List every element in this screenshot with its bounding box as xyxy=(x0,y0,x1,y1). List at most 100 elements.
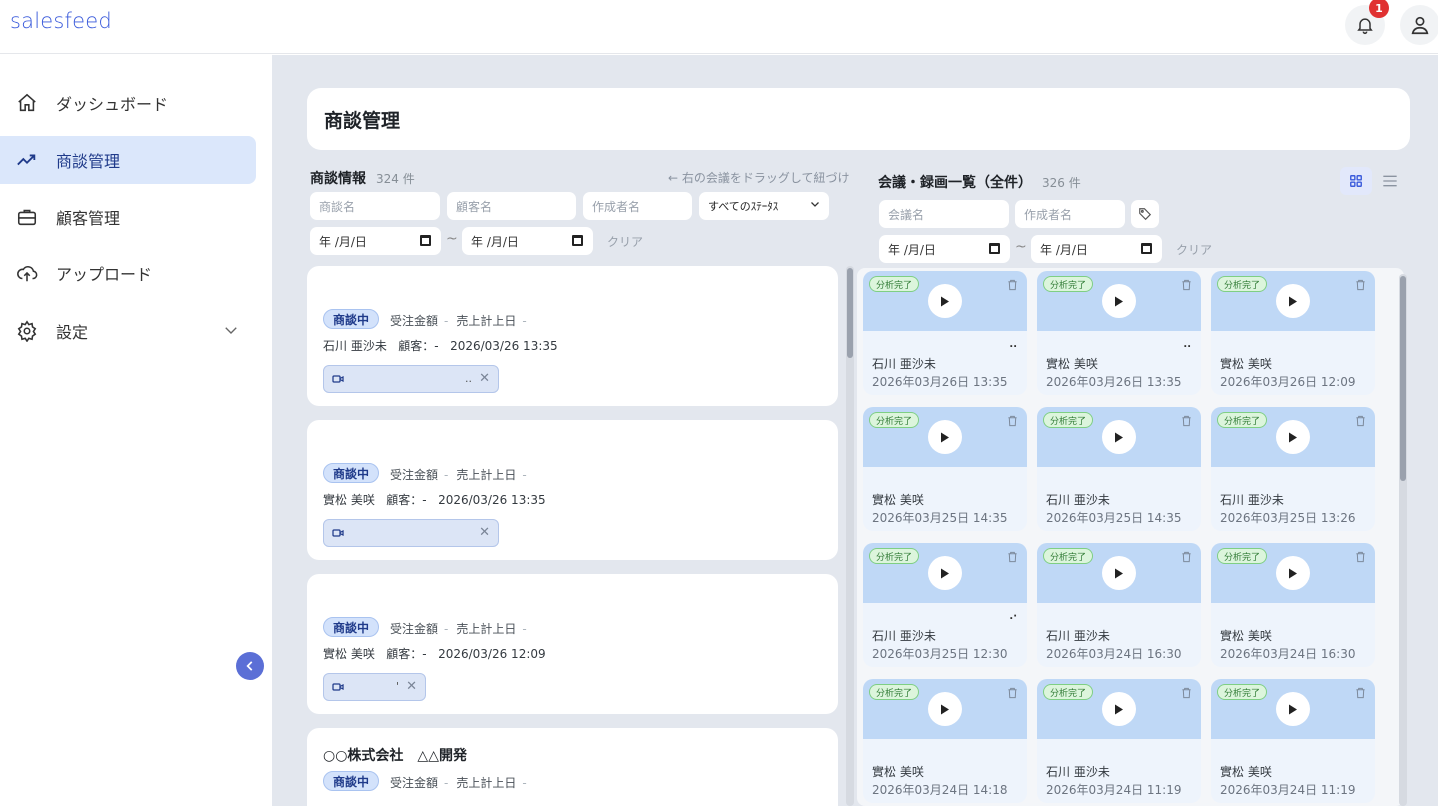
trash-icon[interactable] xyxy=(1355,279,1366,295)
sidebar-item-dashboard[interactable]: ダッシュボード xyxy=(0,79,256,127)
list-view-button[interactable] xyxy=(1378,167,1402,195)
meeting-card[interactable]: 分析完了 石川 亜沙未 2026年03月24日 16:30 xyxy=(1037,543,1201,667)
meeting-owner: 實松 美咲 xyxy=(1046,357,1098,371)
meeting-card[interactable]: 分析完了 .. 石川 亜沙未 2026年03月26日 13:35 xyxy=(863,271,1027,395)
user-menu-button[interactable] xyxy=(1400,5,1438,45)
deal-details: 石川 亜沙未 顧客：- 2026/03/26 13:35 xyxy=(323,337,558,354)
meeting-date: 2026年03月24日 11:19 xyxy=(1220,783,1356,797)
trash-icon[interactable] xyxy=(1007,279,1018,295)
trash-icon[interactable] xyxy=(1007,551,1018,567)
play-button[interactable] xyxy=(928,284,962,318)
play-button[interactable] xyxy=(1102,556,1136,590)
meeting-card[interactable]: 分析完了 實松 美咲 2026年03月26日 12:09 xyxy=(1211,271,1375,395)
trash-icon[interactable] xyxy=(1007,687,1018,703)
sidebar-item-customers[interactable]: 顧客管理 xyxy=(0,193,256,241)
deal-name-input[interactable]: 商談名 xyxy=(310,192,440,220)
meeting-card[interactable]: 分析完了 石川 亜沙未 2026年03月25日 14:35 xyxy=(1037,407,1201,531)
remove-link-icon[interactable]: ✕ xyxy=(479,525,490,540)
play-button[interactable] xyxy=(928,556,962,590)
meeting-name-input[interactable]: 会議名 xyxy=(879,200,1009,228)
play-button[interactable] xyxy=(1276,420,1310,454)
deals-scrollbar-thumb[interactable] xyxy=(847,268,853,358)
grid-view-button[interactable] xyxy=(1340,167,1372,195)
calendar-icon xyxy=(989,243,1000,254)
notification-badge: 1 xyxy=(1369,0,1389,18)
meeting-card[interactable]: 分析完了 實松 美咲 2026年03月24日 16:30 xyxy=(1211,543,1375,667)
meeting-date-from[interactable]: 年 /月/日 xyxy=(879,235,1010,263)
play-button[interactable] xyxy=(1276,692,1310,726)
meeting-thumbnail: 分析完了 xyxy=(1211,407,1375,467)
meeting-clear-button[interactable]: クリア xyxy=(1176,241,1212,258)
customer-name-input[interactable]: 顧客名 xyxy=(447,192,576,220)
deal-meta: 受注金額 - 売上計上日 - xyxy=(390,774,535,791)
trash-icon[interactable] xyxy=(1007,415,1018,431)
linked-meeting-chip[interactable]: ' ✕ xyxy=(323,673,426,701)
remove-link-icon[interactable]: ✕ xyxy=(479,371,490,386)
trash-icon[interactable] xyxy=(1181,279,1192,295)
play-button[interactable] xyxy=(1102,420,1136,454)
analysis-done-badge: 分析完了 xyxy=(1217,412,1268,428)
meeting-card[interactable]: 分析完了 實松 美咲 2026年03月25日 14:35 xyxy=(863,407,1027,531)
sidebar-item-upload[interactable]: アップロード xyxy=(0,249,256,297)
play-button[interactable] xyxy=(1102,692,1136,726)
meeting-card[interactable]: 分析完了 石川 亜沙未 2026年03月24日 11:19 xyxy=(1037,679,1201,803)
app-logo[interactable]: salesfeed xyxy=(10,9,112,33)
collapse-sidebar-button[interactable] xyxy=(236,652,264,680)
trash-icon[interactable] xyxy=(1181,687,1192,703)
meeting-card[interactable]: 分析完了 實松 美咲 2026年03月24日 14:18 xyxy=(863,679,1027,803)
play-button[interactable] xyxy=(1276,556,1310,590)
meeting-owner: 實松 美咲 xyxy=(1220,765,1272,779)
deal-date-to[interactable]: 年 /月/日 xyxy=(462,227,593,255)
meeting-thumbnail: 分析完了 xyxy=(863,271,1027,331)
meeting-card[interactable]: 分析完了 石川 亜沙未 2026年03月25日 13:26 xyxy=(1211,407,1375,531)
meetings-scrollbar-thumb[interactable] xyxy=(1400,276,1406,481)
trash-icon[interactable] xyxy=(1355,551,1366,567)
meeting-owner: 石川 亜沙未 xyxy=(872,629,936,643)
sidebar-item-settings[interactable]: 設定 xyxy=(0,307,256,355)
linked-meeting-chip[interactable]: .. ✕ xyxy=(323,365,499,393)
meeting-card[interactable]: 分析完了 .. 實松 美咲 2026年03月26日 13:35 xyxy=(1037,271,1201,395)
trash-icon[interactable] xyxy=(1181,551,1192,567)
sidebar-item-label: アップロード xyxy=(56,265,153,284)
deal-card[interactable]: 商談中 受注金額 - 売上計上日 - 石川 亜沙未 顧客：- 2026/03/26 1… xyxy=(307,266,838,406)
meeting-thumbnail: 分析完了 xyxy=(1211,679,1375,739)
customer-value: 顧客：- xyxy=(398,339,439,353)
meeting-date-to[interactable]: 年 /月/日 xyxy=(1031,235,1162,263)
trash-icon[interactable] xyxy=(1181,415,1192,431)
deals-title: 商談情報 xyxy=(310,171,366,187)
status-select[interactable]: すべてのｽﾃｰﾀｽ xyxy=(699,192,829,220)
sidebar-item-label: 設定 xyxy=(56,323,89,342)
tag-filter-button[interactable] xyxy=(1131,200,1159,228)
analysis-done-badge: 分析完了 xyxy=(1217,548,1268,564)
deal-datetime: 2026/03/26 13:35 xyxy=(450,339,558,353)
deal-card[interactable]: 商談中 受注金額 - 売上計上日 - 實松 美咲 顧客：- 2026/03/26 13… xyxy=(307,420,838,560)
deals-section-title: 商談情報 324 件 xyxy=(310,168,415,188)
chevron-left-icon xyxy=(246,661,253,671)
creator-name-input[interactable]: 作成者名 xyxy=(583,192,692,220)
analysis-done-badge: 分析完了 xyxy=(1043,548,1094,564)
sidebar-item-deals[interactable]: 商談管理 xyxy=(0,136,256,184)
deal-clear-button[interactable]: クリア xyxy=(607,233,643,250)
deal-card[interactable]: ○○株式会社 △△開発 商談中 受注金額 - 売上計上日 - xyxy=(307,728,838,806)
trash-icon[interactable] xyxy=(1355,687,1366,703)
deal-card[interactable]: 商談中 受注金額 - 売上計上日 - 實松 美咲 顧客：- 2026/03/26 12… xyxy=(307,574,838,714)
sidebar-item-label: 顧客管理 xyxy=(56,209,121,228)
play-icon xyxy=(1289,568,1297,578)
play-button[interactable] xyxy=(928,420,962,454)
play-button[interactable] xyxy=(928,692,962,726)
deal-date-from[interactable]: 年 /月/日 xyxy=(310,227,441,255)
meeting-card[interactable]: 分析完了 實松 美咲 2026年03月24日 11:19 xyxy=(1211,679,1375,803)
meeting-title-fragment: .· xyxy=(1009,611,1017,622)
video-icon xyxy=(332,529,344,537)
briefcase-icon xyxy=(16,206,38,228)
linked-meeting-chip[interactable]: ✕ xyxy=(323,519,499,547)
meeting-date: 2026年03月26日 13:35 xyxy=(1046,375,1182,389)
date-range-separator: ~ xyxy=(446,231,458,247)
meeting-date: 2026年03月26日 12:09 xyxy=(1220,375,1356,389)
play-button[interactable] xyxy=(1102,284,1136,318)
meeting-creator-input[interactable]: 作成者名 xyxy=(1015,200,1125,228)
play-button[interactable] xyxy=(1276,284,1310,318)
remove-link-icon[interactable]: ✕ xyxy=(406,679,417,694)
meeting-card[interactable]: 分析完了 .· 石川 亜沙未 2026年03月25日 12:30 xyxy=(863,543,1027,667)
trash-icon[interactable] xyxy=(1355,415,1366,431)
